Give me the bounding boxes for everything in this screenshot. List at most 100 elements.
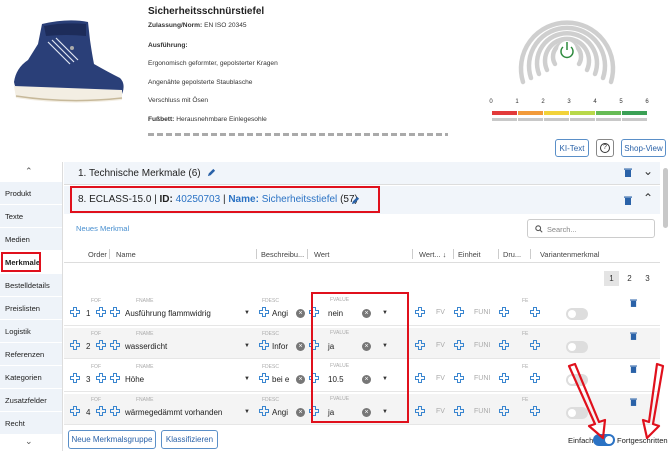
- dropdown-caret-icon[interactable]: ▼: [244, 409, 250, 415]
- fv-placeholder[interactable]: FV: [436, 408, 445, 415]
- description-value[interactable]: Angi: [272, 309, 288, 318]
- new-feature-link[interactable]: Neues Merkmal: [76, 224, 129, 233]
- add-icon[interactable]: [499, 373, 509, 385]
- description-value[interactable]: bei e: [272, 375, 289, 384]
- trash-icon[interactable]: [624, 196, 632, 205]
- feature-group-technical[interactable]: 1. Technische Merkmale (6) ⌄: [64, 162, 660, 185]
- trash-icon[interactable]: [630, 332, 637, 342]
- clear-icon[interactable]: ×: [296, 408, 305, 417]
- sidebar-item-recht[interactable]: Recht: [0, 412, 62, 435]
- feature-name[interactable]: wärmegedämmt vorhanden: [125, 408, 222, 417]
- sidebar-item-kategorien[interactable]: Kategorien: [0, 366, 62, 389]
- add-icon[interactable]: [110, 373, 120, 385]
- add-icon[interactable]: [530, 373, 540, 385]
- description-value[interactable]: Angi: [272, 408, 288, 417]
- variant-toggle[interactable]: [566, 308, 588, 320]
- funi-placeholder[interactable]: FUNI: [474, 342, 490, 349]
- page-button[interactable]: 3: [640, 271, 655, 286]
- add-icon[interactable]: [499, 307, 509, 319]
- column-separator[interactable]: [307, 249, 308, 259]
- feature-name[interactable]: Ausführung flammwidrig: [125, 309, 211, 318]
- column-separator[interactable]: [453, 249, 454, 259]
- add-icon[interactable]: [415, 340, 425, 352]
- add-icon[interactable]: [259, 307, 269, 319]
- sidebar-item-bestelldetails[interactable]: Bestelldetails: [0, 274, 62, 297]
- column-header[interactable]: Name: [116, 250, 136, 259]
- clear-icon[interactable]: ×: [296, 342, 305, 351]
- eclass-id-value[interactable]: 40250703: [176, 194, 221, 205]
- order-value[interactable]: 2: [86, 342, 90, 351]
- column-separator[interactable]: [498, 249, 499, 259]
- add-icon[interactable]: [454, 373, 464, 385]
- sidebar-item-produkt[interactable]: Produkt: [0, 182, 62, 205]
- clear-icon[interactable]: ×: [296, 375, 305, 384]
- clear-icon[interactable]: ×: [296, 309, 305, 318]
- column-header[interactable]: Wert... ↓: [419, 250, 446, 259]
- column-header[interactable]: Variantenmerkmal: [540, 250, 599, 259]
- fv-placeholder[interactable]: FV: [436, 309, 445, 316]
- page-button[interactable]: 2: [622, 271, 637, 286]
- classify-button[interactable]: Klassifizieren: [161, 430, 218, 449]
- column-header[interactable]: Beschreibu...: [261, 250, 304, 259]
- edit-pencil-icon[interactable]: [207, 168, 216, 177]
- add-icon[interactable]: [259, 373, 269, 385]
- feature-group-eclass[interactable]: 8. ECLASS-15.0 | ID: 40250703 | Name: Si…: [64, 186, 660, 214]
- add-icon[interactable]: [499, 340, 509, 352]
- drag-handle-icon[interactable]: [70, 340, 80, 352]
- funi-placeholder[interactable]: FUNI: [474, 309, 490, 316]
- column-header[interactable]: Dru...: [503, 250, 521, 259]
- column-header[interactable]: Wert: [314, 250, 329, 259]
- add-icon[interactable]: [96, 373, 106, 385]
- add-icon[interactable]: [415, 307, 425, 319]
- chevron-down-icon[interactable]: ⌄: [25, 436, 33, 447]
- sidebar-item-logistik[interactable]: Logistik: [0, 320, 62, 343]
- add-icon[interactable]: [530, 307, 540, 319]
- sidebar-item-referenzen[interactable]: Referenzen: [0, 343, 62, 366]
- add-icon[interactable]: [415, 406, 425, 418]
- funi-placeholder[interactable]: FUNI: [474, 375, 490, 382]
- add-icon[interactable]: [110, 340, 120, 352]
- dropdown-caret-icon[interactable]: ▼: [244, 343, 250, 349]
- add-icon[interactable]: [454, 406, 464, 418]
- add-icon[interactable]: [110, 307, 120, 319]
- column-header[interactable]: Einheit: [458, 250, 481, 259]
- column-separator[interactable]: [530, 249, 531, 259]
- add-icon[interactable]: [415, 373, 425, 385]
- column-header[interactable]: Order: [88, 250, 107, 259]
- chevron-up-icon[interactable]: ⌃: [25, 166, 33, 177]
- funi-placeholder[interactable]: FUNI: [474, 408, 490, 415]
- trash-icon[interactable]: [624, 168, 632, 177]
- sidebar-item-preislisten[interactable]: Preislisten: [0, 297, 62, 320]
- add-icon[interactable]: [454, 307, 464, 319]
- drag-handle-icon[interactable]: [70, 373, 80, 385]
- dropdown-caret-icon[interactable]: ▼: [244, 310, 250, 316]
- add-icon[interactable]: [110, 406, 120, 418]
- drag-handle-icon[interactable]: [70, 307, 80, 319]
- search-input[interactable]: Search...: [527, 219, 655, 238]
- chevron-down-icon[interactable]: ⌄: [643, 164, 653, 178]
- fv-placeholder[interactable]: FV: [436, 375, 445, 382]
- chevron-up-icon[interactable]: ⌃: [643, 191, 653, 205]
- scrollbar[interactable]: [663, 168, 668, 228]
- column-separator[interactable]: [412, 249, 413, 259]
- sidebar-item-merkmale[interactable]: Merkmale: [0, 251, 62, 274]
- add-icon[interactable]: [530, 406, 540, 418]
- column-separator[interactable]: [109, 249, 110, 259]
- add-icon[interactable]: [96, 406, 106, 418]
- ki-text-button[interactable]: KI-Text: [555, 139, 589, 157]
- add-icon[interactable]: [259, 406, 269, 418]
- dropdown-caret-icon[interactable]: ▼: [244, 376, 250, 382]
- sidebar-item-zusatzfelder[interactable]: Zusatzfelder: [0, 389, 62, 412]
- add-icon[interactable]: [259, 340, 269, 352]
- order-value[interactable]: 4: [86, 408, 90, 417]
- feature-name[interactable]: Höhe: [125, 375, 144, 384]
- feature-name[interactable]: wasserdicht: [125, 342, 167, 351]
- description-value[interactable]: Infor: [272, 342, 288, 351]
- add-icon[interactable]: [96, 340, 106, 352]
- order-value[interactable]: 3: [86, 375, 90, 384]
- help-button[interactable]: ?: [596, 139, 614, 157]
- column-separator[interactable]: [256, 249, 257, 259]
- sidebar-item-texte[interactable]: Texte: [0, 205, 62, 228]
- add-icon[interactable]: [530, 340, 540, 352]
- add-icon[interactable]: [454, 340, 464, 352]
